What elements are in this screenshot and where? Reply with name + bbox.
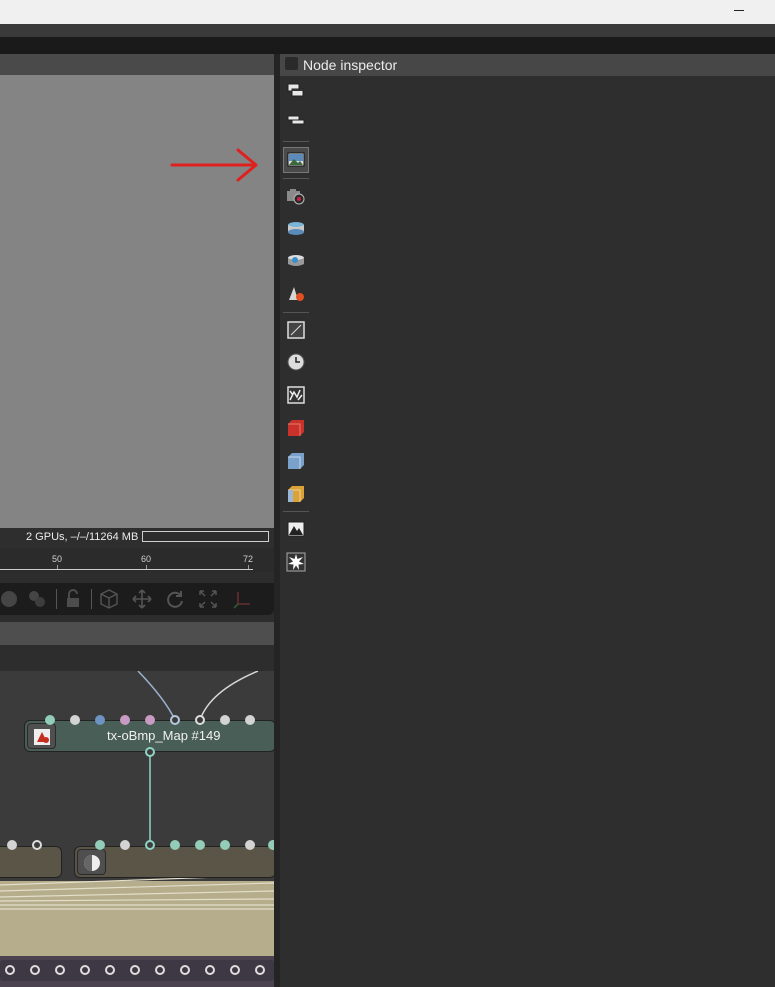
output-pin[interactable] bbox=[255, 965, 265, 975]
axis-icon[interactable] bbox=[232, 588, 254, 610]
memory-progress-bar bbox=[142, 531, 269, 542]
red-cube-icon[interactable] bbox=[284, 416, 308, 440]
texture-map-icon bbox=[34, 729, 50, 745]
output-pin[interactable] bbox=[5, 965, 15, 975]
rotate-icon[interactable] bbox=[164, 588, 186, 610]
input-pin[interactable] bbox=[220, 840, 230, 850]
input-pin[interactable] bbox=[245, 715, 255, 725]
output-pin[interactable] bbox=[130, 965, 140, 975]
output-pin[interactable] bbox=[55, 965, 65, 975]
node-inspector-panel bbox=[280, 76, 775, 987]
connected-input-pin[interactable] bbox=[145, 840, 155, 850]
minimize-button[interactable] bbox=[727, 3, 753, 17]
frame-icon[interactable] bbox=[284, 318, 308, 342]
camera-icon[interactable] bbox=[284, 184, 308, 208]
connected-input-pin[interactable] bbox=[32, 840, 42, 850]
toolbar-separator bbox=[283, 511, 309, 512]
output-pin[interactable] bbox=[155, 965, 165, 975]
render-viewport[interactable] bbox=[0, 75, 274, 528]
input-pin[interactable] bbox=[45, 715, 55, 725]
toolbar-separator bbox=[283, 141, 309, 142]
output-pin[interactable] bbox=[105, 965, 115, 975]
input-pin[interactable] bbox=[195, 840, 205, 850]
viewport-header bbox=[0, 54, 274, 75]
image-icon[interactable] bbox=[284, 148, 308, 172]
output-pin[interactable] bbox=[80, 965, 90, 975]
tick-label: 72 bbox=[243, 554, 254, 564]
pattern-icon[interactable] bbox=[26, 588, 48, 610]
app-top-bar bbox=[0, 24, 775, 37]
input-pin[interactable] bbox=[170, 840, 180, 850]
photo-icon[interactable] bbox=[284, 517, 308, 541]
pane-separator bbox=[0, 615, 274, 622]
move-icon[interactable] bbox=[131, 588, 153, 610]
windows-icon[interactable] bbox=[284, 80, 308, 104]
toolbar-separator bbox=[283, 312, 309, 313]
tick-label: 60 bbox=[141, 554, 152, 564]
input-pin[interactable] bbox=[245, 840, 255, 850]
input-pin[interactable] bbox=[7, 840, 17, 850]
gold-cube-icon[interactable] bbox=[284, 482, 308, 506]
input-pin[interactable] bbox=[70, 715, 80, 725]
fit-view-icon[interactable] bbox=[197, 588, 219, 610]
environment-icon[interactable] bbox=[284, 216, 308, 240]
lock-icon[interactable] bbox=[62, 588, 84, 610]
input-pin[interactable] bbox=[120, 840, 130, 850]
inspector-toggle-checkbox[interactable] bbox=[285, 57, 298, 70]
toolbar-separator bbox=[283, 178, 309, 179]
clock-icon[interactable] bbox=[284, 350, 308, 374]
material-node[interactable] bbox=[74, 846, 276, 878]
output-pin[interactable] bbox=[230, 965, 240, 975]
node-graph-header bbox=[0, 622, 274, 645]
sphere-icon[interactable] bbox=[0, 588, 20, 610]
tick-label: 50 bbox=[52, 554, 63, 564]
output-pin[interactable] bbox=[30, 965, 40, 975]
material-sphere-icon bbox=[84, 855, 100, 871]
gpu-status-text: 2 GPUs, –/–/11264 MB bbox=[26, 531, 139, 543]
toolbar-separator bbox=[91, 589, 92, 609]
node-icon-box bbox=[27, 723, 56, 749]
node-inspector-title: Node inspector bbox=[303, 57, 398, 73]
node-graph-toolbar bbox=[0, 645, 274, 671]
output-pin[interactable] bbox=[205, 965, 215, 975]
node-graph-canvas[interactable] bbox=[0, 671, 274, 987]
input-pin[interactable] bbox=[220, 715, 230, 725]
menu-strip bbox=[0, 37, 775, 54]
input-pin[interactable] bbox=[120, 715, 130, 725]
connected-input-pin[interactable] bbox=[170, 715, 180, 725]
input-pin[interactable] bbox=[95, 715, 105, 725]
material-node-partial[interactable] bbox=[0, 846, 62, 878]
render-target-icon[interactable] bbox=[284, 249, 308, 273]
texture-icon[interactable] bbox=[284, 383, 308, 407]
connected-input-pin[interactable] bbox=[195, 715, 205, 725]
light-burst-icon[interactable] bbox=[284, 550, 308, 574]
window-titlebar bbox=[0, 0, 775, 24]
annotation-arrow bbox=[170, 148, 258, 182]
toolbar-separator bbox=[56, 589, 57, 609]
input-pin[interactable] bbox=[145, 715, 155, 725]
blue-cube-icon[interactable] bbox=[284, 449, 308, 473]
node-icon-box bbox=[77, 849, 106, 875]
output-pin[interactable] bbox=[145, 747, 155, 757]
list-icon[interactable] bbox=[284, 108, 308, 132]
output-pin[interactable] bbox=[180, 965, 190, 975]
timeline-track bbox=[0, 569, 253, 570]
node-label: tx-oBmp_Map #149 bbox=[107, 728, 221, 743]
cube-icon[interactable] bbox=[98, 588, 120, 610]
geometry-icon[interactable] bbox=[284, 282, 308, 306]
input-pin[interactable] bbox=[95, 840, 105, 850]
